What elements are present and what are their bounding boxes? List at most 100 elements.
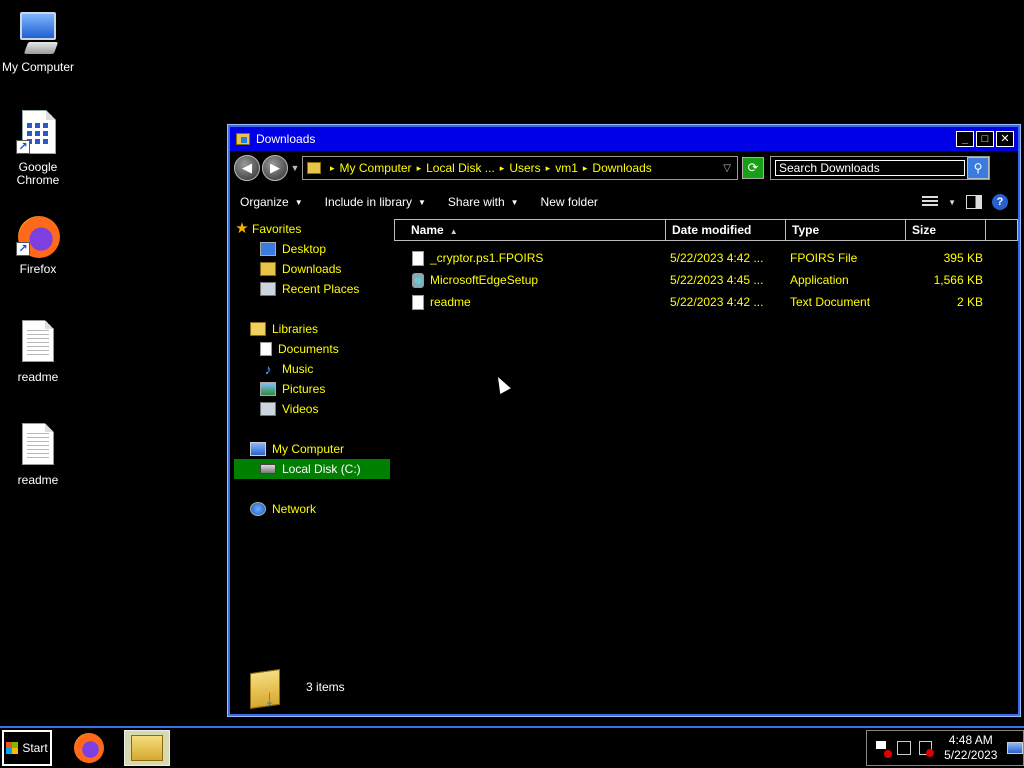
include-in-library-button[interactable]: Include in library ▼ <box>325 195 426 209</box>
desktop-icon-label: Google Chrome <box>16 160 60 187</box>
documents-icon <box>260 342 272 356</box>
share-with-label: Share with <box>447 195 505 209</box>
taskbar-firefox[interactable] <box>66 730 112 766</box>
nav-network[interactable]: Network <box>234 499 390 519</box>
refresh-button[interactable]: ⟳ <box>742 157 764 179</box>
window-title-bar[interactable]: Downloads _ □ ✕ <box>230 127 1018 151</box>
column-header-date[interactable]: Date modified <box>666 219 786 241</box>
search-input[interactable]: Search Downloads <box>775 160 965 176</box>
search-icon[interactable]: ⚲ <box>967 157 989 179</box>
nav-documents[interactable]: Documents <box>234 339 390 359</box>
network-status-icon[interactable] <box>896 741 911 755</box>
organize-button[interactable]: Organize ▼ <box>240 195 303 209</box>
pictures-icon <box>260 382 276 396</box>
start-label: Start <box>22 741 48 755</box>
file-list: Name ▲ Date modified Type Size _cryptor.p… <box>394 219 1018 659</box>
chevron-right-icon[interactable]: ▸ <box>546 163 551 174</box>
file-row[interactable]: MicrosoftEdgeSetup 5/22/2023 4:45 ... Ap… <box>394 270 1018 290</box>
recent-pages-dropdown[interactable]: ▼ <box>290 163 300 173</box>
nav-desktop[interactable]: Desktop <box>234 239 390 259</box>
start-button[interactable]: Start <box>2 730 52 766</box>
libraries-icon <box>250 322 266 336</box>
desktop-icon-readme-1[interactable]: readme <box>0 320 76 384</box>
search-box[interactable]: Search Downloads ⚲ <box>770 156 990 180</box>
chevron-right-icon[interactable]: ▸ <box>330 163 335 174</box>
explorer-window: Downloads _ □ ✕ ◀ ▶ ▼ ▸ My Computer ▸ Lo… <box>227 124 1021 717</box>
help-icon[interactable]: ? <box>992 194 1008 210</box>
column-header-type[interactable]: Type <box>786 219 906 241</box>
nav-music[interactable]: ♪ Music <box>234 359 390 379</box>
close-button[interactable]: ✕ <box>996 131 1014 147</box>
file-name: readme <box>430 295 471 309</box>
address-row: ◀ ▶ ▼ ▸ My Computer ▸ Local Disk ... ▸ U… <box>230 151 1018 185</box>
nav-music-label: Music <box>282 362 314 376</box>
file-type: Application <box>790 273 849 287</box>
taskbar-windows-explorer[interactable] <box>124 730 170 766</box>
file-row[interactable]: _cryptor.ps1.FPOIRS 5/22/2023 4:42 ... F… <box>394 248 1018 268</box>
column-header-row: Name ▲ Date modified Type Size <box>394 219 1018 241</box>
chevron-down-icon: ▼ <box>418 197 426 207</box>
text-file-icon <box>412 294 424 310</box>
nav-videos-label: Videos <box>282 402 319 416</box>
file-name-cell: readme <box>394 294 666 310</box>
chevron-right-icon[interactable]: ▸ <box>500 163 505 174</box>
share-with-button[interactable]: Share with ▼ <box>448 195 519 209</box>
chevron-right-icon[interactable]: ▸ <box>417 163 422 174</box>
minimize-button[interactable]: _ <box>956 131 974 147</box>
column-header-size[interactable]: Size <box>906 219 986 241</box>
chevron-down-icon[interactable]: ▼ <box>948 198 956 207</box>
chevron-right-icon[interactable]: ▸ <box>583 163 588 174</box>
back-button[interactable]: ◀ <box>234 155 260 181</box>
breadcrumb-vm1[interactable]: vm1 <box>555 161 578 175</box>
my-computer-icon <box>14 10 62 58</box>
action-center-flag-icon[interactable] <box>875 741 892 758</box>
nav-libraries-label: Libraries <box>272 322 319 336</box>
nav-favorites[interactable]: ★ Favorites <box>234 219 390 239</box>
nav-libraries[interactable]: Libraries <box>234 319 390 339</box>
network-icon <box>250 502 266 516</box>
desktop-icon-google-chrome[interactable]: ↗ Google Chrome <box>0 110 76 187</box>
clock[interactable]: 4:48 AM 5/22/2023 <box>942 733 999 763</box>
organize-label: Organize <box>240 195 289 209</box>
desktop-icon-my-computer[interactable]: My Computer <box>0 10 76 74</box>
desktop-icon-firefox[interactable]: ↗ Firefox <box>0 212 76 276</box>
chevron-down-icon[interactable]: ▽ <box>723 163 731 174</box>
file-date: 5/22/2023 4:45 ... <box>670 273 764 287</box>
preview-pane-icon[interactable] <box>966 195 982 209</box>
volume-muted-icon[interactable] <box>918 741 935 757</box>
windows-explorer-icon <box>131 735 163 761</box>
nav-pictures[interactable]: Pictures <box>234 379 390 399</box>
column-header-name[interactable]: Name ▲ <box>394 219 666 241</box>
text-file-icon <box>14 423 62 471</box>
nav-recent-places[interactable]: Recent Places <box>234 279 390 299</box>
breadcrumb-local-disk[interactable]: Local Disk ... <box>426 161 495 175</box>
nav-my-computer[interactable]: My Computer <box>234 439 390 459</box>
change-view-icon[interactable] <box>922 196 939 208</box>
breadcrumb-downloads[interactable]: Downloads <box>592 161 651 175</box>
maximize-button[interactable]: □ <box>976 131 994 147</box>
nav-local-disk-c[interactable]: Local Disk (C:) <box>234 459 390 479</box>
nav-recent-places-label: Recent Places <box>282 282 360 296</box>
nav-videos[interactable]: Videos <box>234 399 390 419</box>
desktop-icon-readme-2[interactable]: readme <box>0 423 76 487</box>
file-type: Text Document <box>790 295 871 309</box>
application-icon <box>412 272 424 288</box>
details-pane: ↓ 3 items <box>230 659 1018 714</box>
nav-desktop-label: Desktop <box>282 242 327 256</box>
file-name: MicrosoftEdgeSetup <box>430 273 539 287</box>
new-folder-button[interactable]: New folder <box>541 195 598 209</box>
clock-date: 5/22/2023 <box>944 748 998 762</box>
show-desktop-icon[interactable] <box>1007 742 1024 754</box>
breadcrumb-my-computer[interactable]: My Computer <box>340 161 412 175</box>
computer-icon <box>250 442 266 456</box>
firefox-icon <box>74 733 104 763</box>
forward-button[interactable]: ▶ <box>262 155 288 181</box>
downloads-folder-icon: ↓ <box>250 665 286 710</box>
address-bar[interactable]: ▸ My Computer ▸ Local Disk ... ▸ Users ▸… <box>302 156 738 180</box>
file-row[interactable]: readme 5/22/2023 4:42 ... Text Document … <box>394 292 1018 312</box>
nav-downloads[interactable]: Downloads <box>234 259 390 279</box>
nav-my-computer-label: My Computer <box>272 442 345 456</box>
star-icon: ★ <box>235 220 249 237</box>
breadcrumb-users[interactable]: Users <box>509 161 540 175</box>
desktop-icon <box>260 242 276 256</box>
